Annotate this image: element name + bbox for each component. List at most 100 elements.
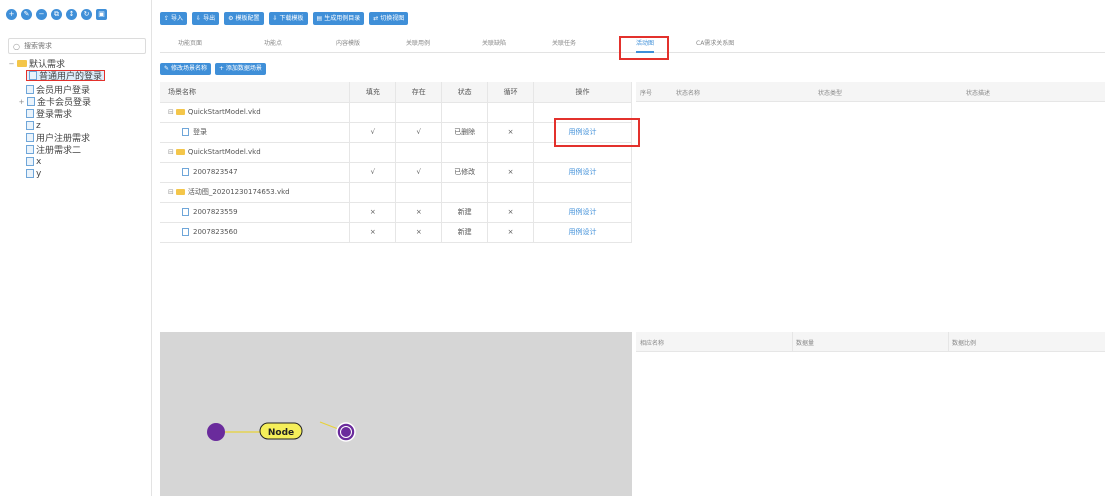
tab-related-cases[interactable]: 关联用例 <box>406 38 430 47</box>
status-cell: 新建 <box>441 222 489 243</box>
folder-icon <box>175 189 185 195</box>
expand-icon[interactable]: ⊟ <box>168 148 174 156</box>
tab-content-template[interactable]: 内容模版 <box>336 38 360 47</box>
file-icon <box>26 157 34 166</box>
template-config-label: 模板配置 <box>235 15 260 22</box>
copy-icon[interactable]: ⧉ <box>51 9 62 20</box>
expand-icon[interactable]: + <box>18 98 25 106</box>
tree-root[interactable]: − 默认需求 <box>8 58 65 71</box>
expand-icon[interactable]: ⊟ <box>168 188 174 196</box>
import-button[interactable]: ⇪ 导入 <box>160 12 188 25</box>
tree-item[interactable]: y <box>26 168 41 179</box>
app-window: + ✎ − ⧉ ↕ ↻ ▣ ○ − 默认需求 普通用户的登录 会员用户登录 <box>0 0 1105 496</box>
tab-function-page[interactable]: 功能页面 <box>178 38 202 47</box>
col-state-type[interactable]: 状态类型 <box>818 88 842 97</box>
tree-item[interactable]: + 金卡会员登录 <box>18 96 91 108</box>
download-template-label: 下载模板 <box>279 15 304 22</box>
case-design-link[interactable]: 用例设计 <box>569 168 597 176</box>
exist-cell: √ <box>395 122 443 143</box>
tree-item[interactable]: x <box>26 156 41 167</box>
tree-item[interactable]: 注册需求二 <box>26 144 81 156</box>
tree-item[interactable]: z <box>26 120 41 131</box>
folder-name: 活动图_20201230174653.vkd <box>187 188 290 196</box>
file-icon <box>27 97 35 106</box>
download-template-button[interactable]: ⇩ 下载模板 <box>268 12 308 25</box>
exist-cell: × <box>395 202 443 223</box>
tab-function-point[interactable]: 功能点 <box>264 38 282 47</box>
loop-cell: × <box>487 162 535 183</box>
table-row[interactable]: 2007823547 √ √ 已修改 × 用例设计 <box>160 162 632 183</box>
refresh-icon[interactable]: ↻ <box>81 9 92 20</box>
exist-cell: × <box>395 222 443 243</box>
tab-ca-relation-diagram[interactable]: CA需求关系图 <box>696 38 734 47</box>
sidebar-toolbar: + ✎ − ⧉ ↕ ↻ ▣ <box>6 9 107 20</box>
operation-cell: 用例设计 <box>533 222 632 243</box>
download-icon: ⇩ <box>196 15 202 22</box>
expand-icon[interactable]: ⊟ <box>168 108 174 116</box>
generate-case-dir-button[interactable]: ▤ 生成用例目录 <box>312 12 365 25</box>
status-cell: 新建 <box>441 202 489 223</box>
col-loop[interactable]: 循环 <box>487 82 535 103</box>
import-label: 导入 <box>171 15 184 22</box>
export-icon[interactable]: ▣ <box>96 9 107 20</box>
file-icon <box>182 208 189 216</box>
tree-item-label: 登录需求 <box>36 110 73 120</box>
add-data-scenario-button[interactable]: + 添加数据场景 <box>214 63 266 75</box>
export-button[interactable]: ⇩ 导出 <box>192 12 220 25</box>
switch-view-button[interactable]: ⇄ 切换视图 <box>369 12 409 25</box>
case-design-link[interactable]: 用例设计 <box>569 228 597 236</box>
template-config-button[interactable]: ⚙ 模板配置 <box>224 12 264 25</box>
scenario-name: 登录 <box>193 128 207 136</box>
search-input[interactable] <box>23 42 134 50</box>
col-index[interactable]: 序号 <box>640 88 652 97</box>
move-icon[interactable]: ↕ <box>66 9 77 20</box>
edit-icon[interactable]: ✎ <box>21 9 32 20</box>
col-exist[interactable]: 存在 <box>395 82 443 103</box>
delete-icon[interactable]: − <box>36 9 47 20</box>
tree-item[interactable]: 用户注册需求 <box>26 132 90 144</box>
start-node-dot[interactable] <box>207 423 225 441</box>
scenario-cell: 2007823559 <box>160 202 351 223</box>
col-fill[interactable]: 填充 <box>349 82 397 103</box>
tab-related-tasks[interactable]: 关联任务 <box>552 38 576 47</box>
table-row[interactable]: 2007823560 × × 新建 × 用例设计 <box>160 222 632 243</box>
col-response-name[interactable]: 相应名称 <box>640 338 664 347</box>
scenario-name: 2007823559 <box>193 208 238 216</box>
tree-item-label: 普通用户的登录 <box>39 72 103 82</box>
case-design-link[interactable]: 用例设计 <box>569 208 597 216</box>
tab-highlight-box <box>619 36 669 60</box>
col-status[interactable]: 状态 <box>441 82 489 103</box>
col-operation[interactable]: 操作 <box>533 82 632 103</box>
operation-cell: 用例设计 <box>533 202 632 223</box>
tree-item[interactable]: 登录需求 <box>26 108 73 120</box>
tab-related-defects[interactable]: 关联缺陷 <box>482 38 506 47</box>
variable-table-header: 相应名称 数据量 数据比例 <box>636 332 1105 352</box>
add-icon[interactable]: + <box>6 9 17 20</box>
scenario-cell: 登录 <box>160 122 351 143</box>
col-data-ratio[interactable]: 数据比例 <box>952 338 976 347</box>
col-state-desc[interactable]: 状态描述 <box>966 88 990 97</box>
table-header-row: 场景名称 填充 存在 状态 循环 操作 <box>160 82 632 103</box>
fill-cell: × <box>349 202 397 223</box>
loop-cell: × <box>487 202 535 223</box>
table-row[interactable]: ⊟ 活动图_20201230174653.vkd <box>160 182 632 203</box>
tree-item-selected[interactable]: 普通用户的登录 <box>26 70 106 82</box>
graph-canvas[interactable]: Node <box>160 332 632 496</box>
col-state-name[interactable]: 状态名称 <box>676 88 700 97</box>
main-toolbar: ⇪ 导入 ⇩ 导出 ⚙ 模板配置 ⇩ 下载模板 ▤ 生成用例目录 ⇄ 切换视图 <box>160 12 409 25</box>
rename-scenario-button[interactable]: ✎ 修改场景名称 <box>160 63 211 75</box>
col-data-amount[interactable]: 数据量 <box>796 338 814 347</box>
fill-cell: √ <box>349 162 397 183</box>
state-table-header: 序号 状态名称 状态类型 状态描述 <box>636 82 1105 102</box>
collapse-icon[interactable]: − <box>8 60 15 68</box>
upload-icon: ⇪ <box>164 15 170 22</box>
fill-cell: × <box>349 222 397 243</box>
scenario-table: 场景名称 填充 存在 状态 循环 操作 ⊟ QuickStartModel.vkd… <box>160 82 632 243</box>
search-box[interactable]: ○ <box>8 38 146 54</box>
table-row[interactable]: 2007823559 × × 新建 × 用例设计 <box>160 202 632 223</box>
col-scenario-name[interactable]: 场景名称 <box>160 82 351 103</box>
tree-item[interactable]: 会员用户登录 <box>26 84 90 96</box>
download-icon: ⇩ <box>272 15 278 22</box>
folder-icon <box>175 149 185 155</box>
sub-actions: ✎ 修改场景名称 + 添加数据场景 <box>160 63 266 75</box>
